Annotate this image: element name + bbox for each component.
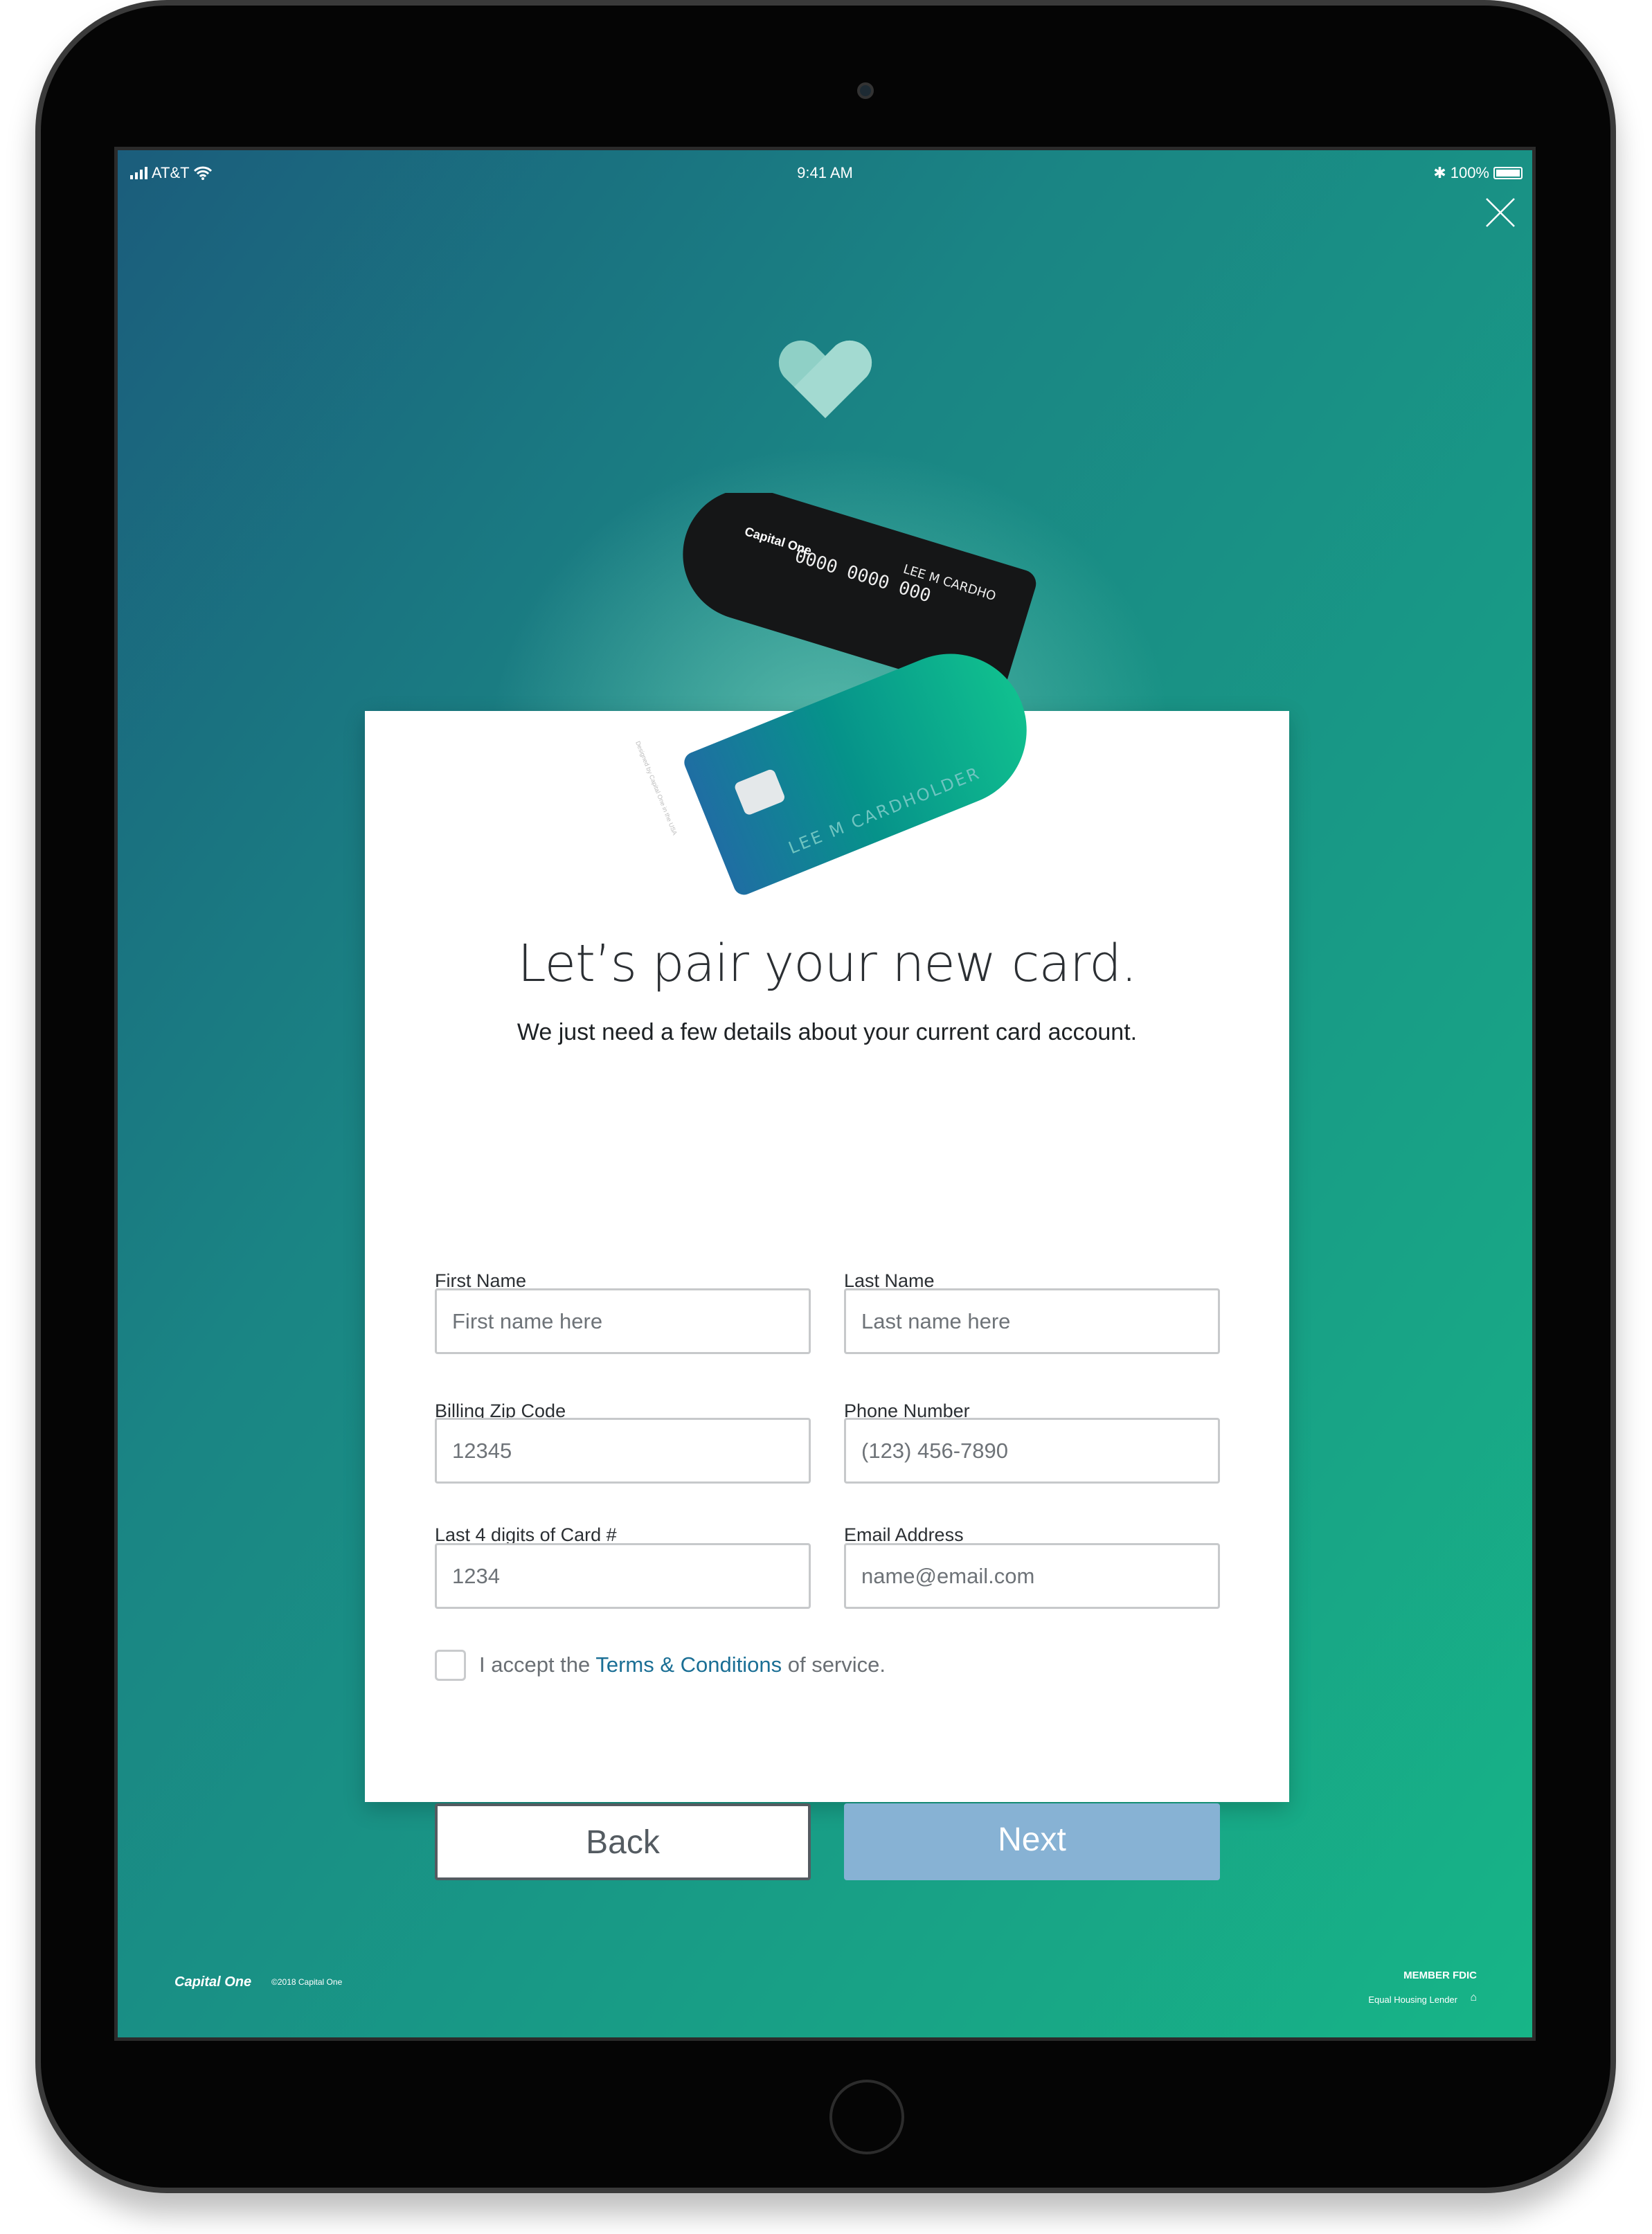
- page-subtitle: We just need a few details about your cu…: [517, 1019, 1138, 1045]
- page-title: Let’s pair your new card.: [517, 934, 1138, 993]
- heart-icon: [778, 340, 872, 418]
- back-card-side-text: Designed by Capital One in the USA: [634, 740, 679, 836]
- screen: AT&T 9:41 AM ✱ 100% Capital One 0000 0000…: [114, 147, 1536, 2041]
- teal-card: LEE M CARDHOLDER: [684, 654, 1027, 895]
- battery-percent: 100%: [1450, 164, 1489, 181]
- bluetooth-icon: ✱: [1433, 164, 1446, 181]
- copyright: ©2018 Capital One: [271, 1977, 343, 1987]
- camera: [857, 82, 874, 99]
- home-button[interactable]: [829, 2080, 904, 2154]
- status-bar: AT&T 9:41 AM ✱ 100%: [118, 159, 1532, 186]
- terms-text: I accept the Terms & Conditions of servi…: [479, 1652, 886, 1677]
- first-name-input[interactable]: First name here: [435, 1288, 811, 1354]
- capital-one-logo: Capital One: [174, 1974, 252, 1990]
- battery-icon: [1493, 167, 1523, 179]
- close-icon[interactable]: [1485, 197, 1516, 228]
- house-icon: ⌂: [1470, 1992, 1477, 2003]
- terms-prefix: I accept the: [479, 1652, 596, 1677]
- back-button[interactable]: Back: [435, 1803, 811, 1880]
- equal-housing-lender: Equal Housing Lender: [1368, 1994, 1457, 2005]
- terms-suffix: of service.: [782, 1652, 886, 1677]
- phone-input[interactable]: (123) 456-7890: [844, 1418, 1220, 1484]
- member-fdic: MEMBER FDIC: [1403, 1970, 1477, 1981]
- clock: 9:41 AM: [797, 164, 853, 181]
- email-input[interactable]: name@email.com: [844, 1543, 1220, 1609]
- card-digits-input[interactable]: 1234: [435, 1543, 811, 1609]
- zip-input[interactable]: 12345: [435, 1418, 811, 1484]
- next-button[interactable]: Next: [844, 1803, 1220, 1880]
- card-illustration: Capital One 0000 0000 000 LEE M CARDHO D…: [634, 493, 1036, 895]
- terms-checkbox[interactable]: [435, 1650, 466, 1681]
- terms-link[interactable]: Terms & Conditions: [595, 1652, 782, 1677]
- last-name-input[interactable]: Last name here: [844, 1288, 1220, 1354]
